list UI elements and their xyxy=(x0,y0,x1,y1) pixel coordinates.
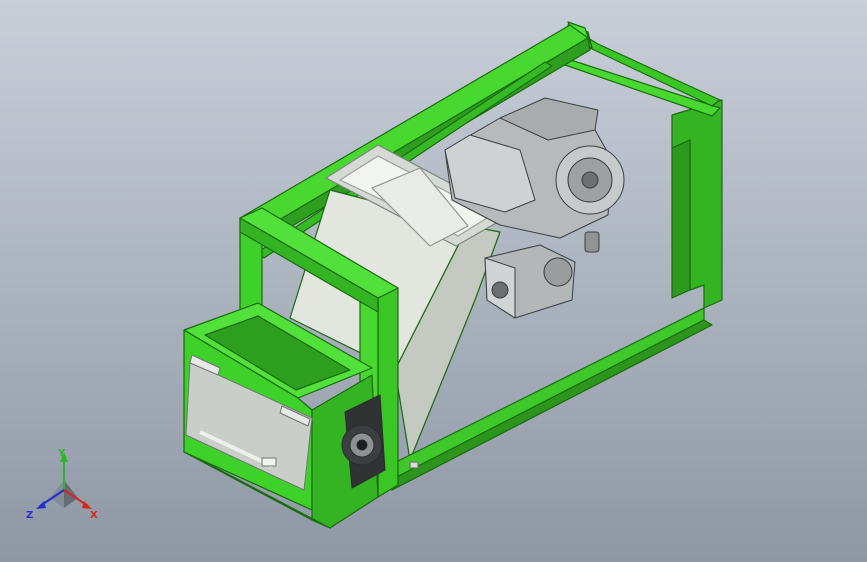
bearing-bore xyxy=(356,439,368,451)
starter-pulley xyxy=(543,257,573,287)
engine-knob xyxy=(584,231,600,253)
door-handle-knob xyxy=(261,457,277,467)
engine-hub xyxy=(581,171,599,189)
orientation-triad[interactable]: Y X Z xyxy=(22,446,108,524)
triad-x-label: X xyxy=(90,510,98,521)
assembly-model[interactable] xyxy=(0,0,867,562)
back-frame-face xyxy=(671,139,691,299)
triad-z-label: Z xyxy=(26,510,33,521)
triad-y-label: Y xyxy=(57,448,66,459)
cad-viewport[interactable]: Y X Z xyxy=(0,0,867,562)
discharge-slot xyxy=(409,461,419,469)
starter-dial xyxy=(491,281,509,299)
